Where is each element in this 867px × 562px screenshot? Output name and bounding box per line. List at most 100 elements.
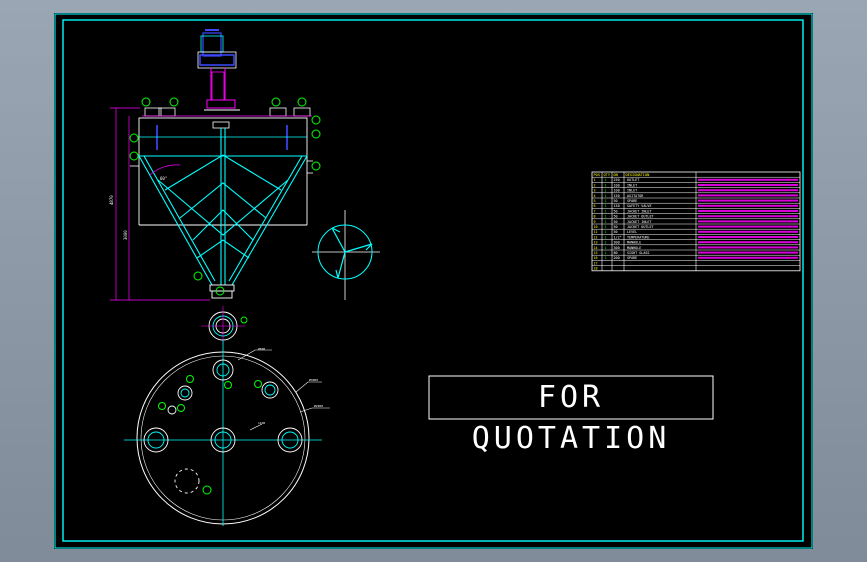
- sheet-frame: [54, 13, 813, 549]
- bom-cell-name: MANHOLE: [627, 246, 641, 250]
- bottom-outlet: [209, 284, 235, 299]
- drawing-canvas: 4870 3000 60° Ø600 Ø3000 Ø2900 1100 POS …: [54, 13, 813, 549]
- blue-baffles: [156, 125, 288, 150]
- bom-header-cell: DESIGNATION: [626, 173, 650, 177]
- bom-material-note: [698, 241, 798, 244]
- bom-cell-pos: 17: [594, 261, 598, 265]
- bom-material-note: [698, 210, 798, 212]
- bom-material-note: [698, 204, 798, 207]
- bom-cell-qty: 1: [605, 199, 607, 203]
- bom-cell-name: SPARE: [627, 256, 637, 260]
- bom-cell-name: OUTLET: [627, 178, 639, 182]
- bom-cell-name: JACKET OUTLET: [627, 215, 654, 219]
- bom-cell-name: JACKET INLET: [627, 209, 652, 213]
- bom-cell-dn: 50: [614, 215, 618, 219]
- bom-cell-name: TEMPERATURE: [627, 235, 649, 239]
- bom-cell-dn: 100: [614, 189, 620, 193]
- bom-cell-qty: 1: [605, 241, 607, 245]
- drawing-sheet: 4870 3000 60° Ø600 Ø3000 Ø2900 1100 POS …: [54, 13, 813, 549]
- bom-cell-pos: 11: [594, 230, 598, 234]
- bom-cell-qty: 1: [605, 246, 607, 250]
- bom-cell-pos: 2: [594, 183, 596, 187]
- bom-cell-dn: 50: [614, 225, 618, 229]
- bom-cell-qty: 1: [605, 256, 607, 260]
- bom-cell-pos: 9: [594, 220, 596, 224]
- quotation-stamp: FOR QUOTATION: [471, 380, 671, 456]
- cad-viewport[interactable]: 4870 3000 60° Ø600 Ø3000 Ø2900 1100 POS …: [0, 0, 867, 562]
- bom-cell-qty: 1: [605, 209, 607, 213]
- bom-material-note: [698, 256, 798, 259]
- bom-cell-pos: 3: [594, 189, 596, 193]
- bom-material-note: [698, 246, 798, 249]
- bom-cell-name: SAFETY VALVE: [627, 204, 652, 208]
- plan-balloons: [158, 375, 262, 495]
- bom-cell-dn: 150: [614, 194, 620, 198]
- bom-cell-dn: 50: [614, 209, 618, 213]
- bom-header-cell: POS: [594, 173, 601, 177]
- vessel-cone: [138, 128, 308, 286]
- bom-material-note: [698, 225, 798, 228]
- vessel-plan-view: Ø600 Ø3000 Ø2900 1100: [124, 306, 330, 526]
- bom-cell-qty: 1: [605, 183, 607, 187]
- top-nozzles: [142, 107, 312, 117]
- bom-cell-qty: 1: [605, 194, 607, 198]
- bom-material-note: [698, 199, 798, 202]
- bom-cell-name: AGITATOR: [627, 194, 644, 198]
- bom-cell-dn: 300: [614, 246, 620, 250]
- bom-cell-dn: 300: [614, 241, 620, 245]
- bom-header-cell: QTY: [604, 173, 611, 177]
- bom-cell-pos: 16: [594, 256, 598, 260]
- bom-material-note: [698, 189, 798, 192]
- bom-header-cell: DN: [614, 173, 618, 177]
- bom-cell-dn: 80: [614, 251, 618, 255]
- bom-material-note: [698, 194, 798, 197]
- svg-text:Ø2900: Ø2900: [314, 403, 323, 408]
- bom-cell-dn: 150: [614, 204, 620, 208]
- bom-material-note: [698, 220, 798, 223]
- bom-cell-pos: 8: [594, 215, 596, 219]
- bom-cell-qty: 1: [605, 251, 607, 255]
- agitator-detail: [312, 210, 380, 300]
- bom-cell-name: JACKET INLET: [627, 220, 652, 224]
- bom-cell-pos: 15: [594, 251, 598, 255]
- bom-cell-pos: 1: [594, 178, 596, 182]
- bom-material-note: [698, 236, 798, 238]
- bom-cell-qty: 1: [605, 178, 607, 182]
- leader-lines: [237, 349, 330, 431]
- bom-material-note: [698, 251, 798, 254]
- bom-cell-qty: 1: [605, 220, 607, 224]
- bom-cell-dn: 200: [614, 256, 620, 260]
- bom-cell-name: MANHOLE: [627, 241, 641, 245]
- svg-text:Ø3000: Ø3000: [309, 377, 318, 382]
- bom-cell-qty: 1: [605, 189, 607, 193]
- bom-cell-pos: 12: [594, 235, 598, 239]
- svg-text:60°: 60°: [160, 176, 167, 181]
- bom-cell-dn: 50: [614, 230, 618, 234]
- bom-material-note: [698, 230, 798, 233]
- bom-cell-dn: 1/2": [614, 235, 622, 239]
- svg-text:1100: 1100: [258, 421, 265, 425]
- bom-cell-name: SPARE: [627, 199, 637, 203]
- bom-cell-name: SIGHT GLASS: [627, 251, 649, 255]
- vessel-elevation: 4870 3000 60°: [109, 29, 321, 301]
- bom-cell-dn: 250: [614, 178, 620, 182]
- bom-cell-pos: 5: [594, 199, 596, 203]
- bom-cell-pos: 4: [594, 194, 596, 198]
- bom-cell-dn: 50: [614, 220, 618, 224]
- bom-cell-name: JACKET OUTLET: [627, 225, 654, 229]
- bom-table: POS QTY DN DESIGNATION1 1 250 OUTLET2 1 100 INLET…: [591, 171, 801, 272]
- bom-cell-qty: 1: [605, 225, 607, 229]
- bom-cell-dn: 100: [614, 183, 620, 187]
- bom-cell-pos: 18: [594, 267, 598, 271]
- bom-material-note: [698, 178, 798, 181]
- bom-cell-dn: 50: [614, 199, 618, 203]
- svg-text:Ø600: Ø600: [258, 346, 265, 351]
- bom-material-note: [698, 215, 798, 218]
- bom-cell-name: LEVEL: [627, 230, 637, 234]
- svg-text:4870: 4870: [109, 195, 114, 205]
- bom-cell-qty: 1: [605, 230, 607, 234]
- bom-cell-pos: 6: [594, 204, 596, 208]
- vessel-shell: [138, 117, 308, 226]
- bom-material-note: [698, 184, 798, 186]
- outlet-detail: [201, 306, 248, 344]
